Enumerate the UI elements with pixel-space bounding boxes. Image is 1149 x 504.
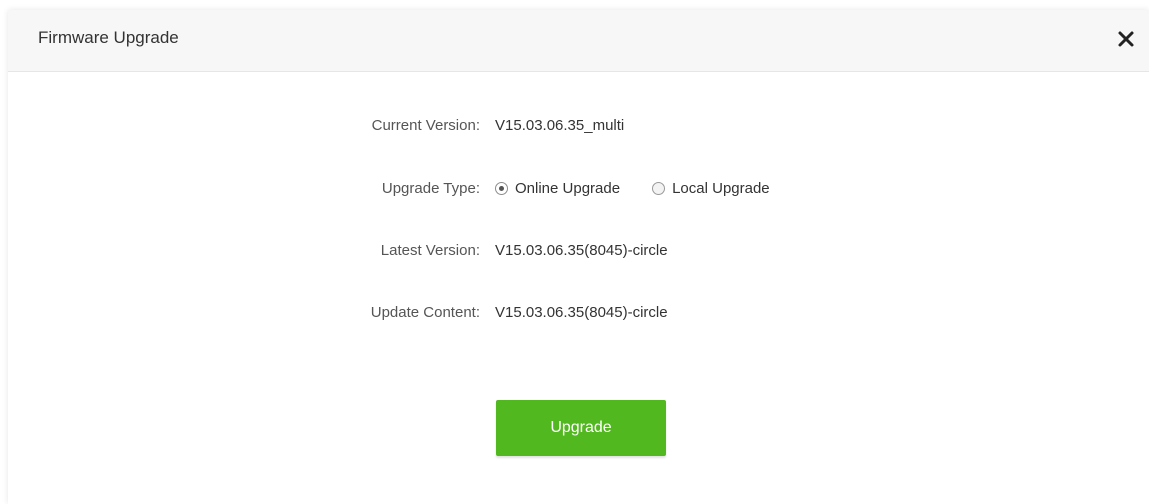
- firmware-upgrade-dialog: Firmware Upgrade Current Version: V15.03…: [8, 10, 1149, 504]
- local-upgrade-option[interactable]: Local Upgrade: [652, 180, 770, 197]
- upgrade-type-radio-group: Online Upgrade Local Upgrade: [495, 180, 802, 197]
- dialog-title: Firmware Upgrade: [38, 28, 179, 47]
- update-content-row: Update Content: V15.03.06.35(8045)-circl…: [8, 304, 1149, 328]
- current-version-row: Current Version: V15.03.06.35_multi: [8, 117, 1149, 141]
- current-version-value: V15.03.06.35_multi: [495, 117, 625, 134]
- local-upgrade-radio[interactable]: [652, 182, 666, 195]
- dialog-header: Firmware Upgrade: [8, 10, 1149, 72]
- online-upgrade-radio[interactable]: [495, 182, 508, 195]
- close-icon: [1118, 31, 1134, 47]
- latest-version-row: Latest Version: V15.03.06.35(8045)-circl…: [8, 242, 1149, 266]
- update-content-label: Update Content:: [370, 304, 480, 321]
- upgrade-button[interactable]: Upgrade: [496, 400, 666, 456]
- online-upgrade-option[interactable]: Online Upgrade: [495, 180, 620, 197]
- latest-version-label: Latest Version:: [380, 242, 480, 259]
- latest-version-value: V15.03.06.35(8045)-circle: [495, 242, 668, 259]
- local-upgrade-label[interactable]: Local Upgrade: [672, 180, 770, 197]
- online-upgrade-label[interactable]: Online Upgrade: [515, 180, 620, 197]
- update-content-value: V15.03.06.35(8045)-circle: [495, 304, 668, 321]
- close-button[interactable]: [1113, 26, 1139, 52]
- upgrade-type-label: Upgrade Type:: [381, 180, 480, 197]
- current-version-label: Current Version:: [371, 117, 480, 134]
- upgrade-type-row: Upgrade Type: Online Upgrade Local Upgra…: [8, 180, 1149, 204]
